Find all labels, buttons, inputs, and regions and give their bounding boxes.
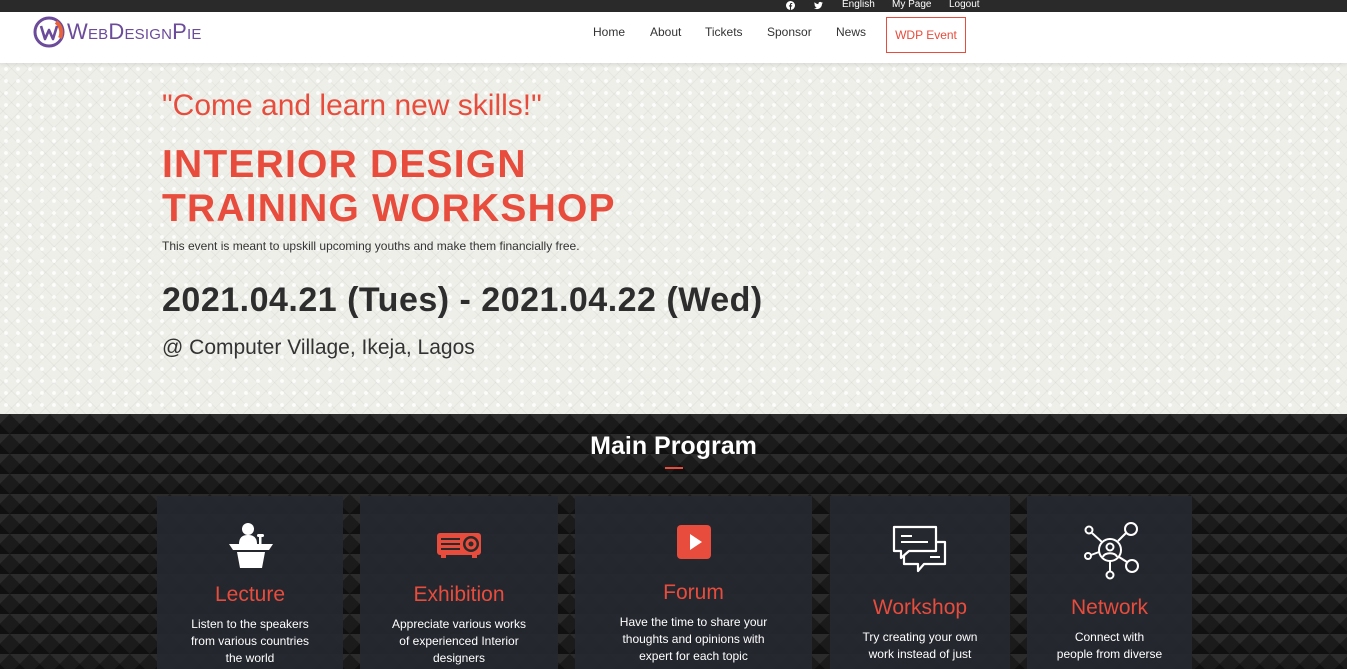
- card-description: Listen to the speakers from various coun…: [157, 616, 343, 667]
- card-description-line: Have the time to share your: [619, 615, 768, 629]
- card-title: Forum: [663, 581, 724, 604]
- main-navbar: WebDesignPie Home About Tickets Sponsor …: [0, 12, 1347, 63]
- hero-section: "Come and learn new skills!" INTERIOR DE…: [0, 63, 1347, 414]
- card-description-line: the world: [225, 651, 275, 665]
- brand-logo[interactable]: WebDesignPie: [33, 16, 202, 48]
- program-card-exhibition[interactable]: Exhibition Appreciate various works of e…: [360, 496, 558, 669]
- card-description-line: Try creating your own: [862, 630, 978, 644]
- nav-news[interactable]: News: [836, 25, 866, 39]
- hero-title-line-2: TRAINING WORKSHOP: [162, 187, 616, 230]
- hero-tagline: "Come and learn new skills!": [162, 89, 542, 122]
- hero-title-line-1: INTERIOR DESIGN: [162, 143, 527, 186]
- nav-sponsor[interactable]: Sponsor: [767, 25, 812, 39]
- card-description-line: thoughts and opinions with: [622, 632, 765, 646]
- language-link[interactable]: English: [842, 0, 875, 11]
- nav-about[interactable]: About: [650, 25, 681, 39]
- nav-home[interactable]: Home: [593, 25, 625, 39]
- main-program-section: Main Program Lecture Listen to the speak…: [0, 414, 1347, 669]
- hero-description: This event is meant to upskill upcoming …: [162, 239, 580, 253]
- card-description: Try creating your own work instead of ju…: [830, 629, 1010, 663]
- card-description-line: Connect with: [1074, 630, 1145, 644]
- card-description-line: designers: [432, 651, 486, 665]
- card-description-line: from various countries: [190, 634, 310, 648]
- program-card-forum[interactable]: Forum Have the time to share your though…: [575, 496, 812, 669]
- card-description-line: Appreciate various works: [391, 617, 527, 631]
- my-page-link[interactable]: My Page: [892, 0, 931, 11]
- event-dates: 2021.04.21 (Tues) - 2021.04.22 (Wed): [162, 281, 763, 319]
- hero-title: INTERIOR DESIGN TRAINING WORKSHOP: [162, 143, 616, 231]
- play-icon: [677, 525, 711, 559]
- card-description-line: of experienced Interior: [399, 634, 519, 648]
- twitter-icon[interactable]: [814, 1, 823, 10]
- logout-link[interactable]: Logout: [949, 0, 980, 11]
- wdp-event-button[interactable]: WDP Event: [886, 17, 966, 53]
- lecture-podium-icon: [229, 523, 273, 568]
- card-description: Have the time to share your thoughts and…: [575, 614, 812, 665]
- card-title: Network: [1070, 596, 1149, 619]
- event-venue: @ Computer Village, Ikeja, Lagos: [162, 336, 475, 359]
- section-title: Main Program: [590, 432, 757, 460]
- card-title: Lecture: [214, 583, 286, 606]
- card-title: Workshop: [872, 596, 968, 619]
- card-description-line: work instead of just: [868, 647, 972, 661]
- network-people-icon: [1084, 522, 1139, 580]
- card-description-line: Listen to the speakers: [191, 617, 309, 631]
- card-description-line: people from diverse: [1056, 647, 1163, 661]
- facebook-icon[interactable]: [786, 1, 795, 10]
- program-card-lecture[interactable]: Lecture Listen to the speakers from vari…: [157, 496, 343, 669]
- chat-bubbles-icon: [892, 525, 947, 573]
- nav-tickets[interactable]: Tickets: [705, 25, 743, 39]
- top-utility-bar: English My Page Logout: [0, 0, 1347, 12]
- section-title-underline: [665, 467, 683, 469]
- projector-icon: [437, 533, 481, 558]
- program-card-network[interactable]: Network Connect with people from diverse: [1027, 496, 1192, 669]
- card-description-line: expert for each topic: [639, 649, 748, 663]
- program-card-workshop[interactable]: Workshop Try creating your own work inst…: [830, 496, 1010, 669]
- card-description: Appreciate various works of experienced …: [360, 616, 558, 667]
- card-title: Exhibition: [413, 583, 505, 606]
- wdp-logo-icon: [33, 16, 65, 48]
- card-description: Connect with people from diverse: [1027, 629, 1192, 663]
- brand-name: WebDesignPie: [67, 19, 202, 44]
